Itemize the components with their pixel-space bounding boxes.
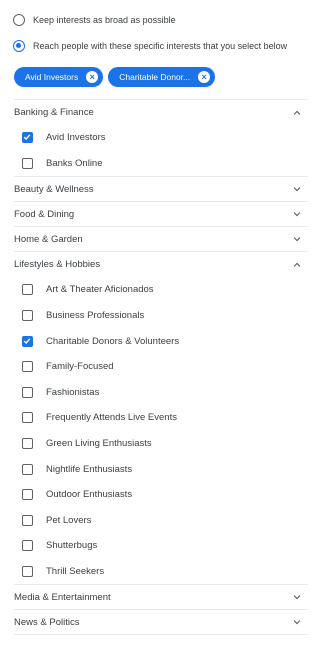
list-item[interactable]: Avid Investors xyxy=(14,125,308,151)
checkbox[interactable] xyxy=(22,361,33,373)
checkbox[interactable] xyxy=(22,310,33,322)
category-media-entertainment[interactable]: Media & Entertainment xyxy=(14,585,308,611)
item-label: Thrill Seekers xyxy=(46,566,105,578)
checkbox[interactable] xyxy=(22,438,33,450)
item-label: Shutterbugs xyxy=(46,540,98,552)
selected-interest-chips: Avid Investors × Charitable Donor... × xyxy=(14,67,216,87)
list-item[interactable]: Banks Online xyxy=(14,151,308,177)
category-food-dining[interactable]: Food & Dining xyxy=(14,202,308,228)
category-label: Food & Dining xyxy=(14,208,75,220)
checkbox[interactable] xyxy=(22,157,33,169)
checkbox[interactable] xyxy=(22,386,33,398)
category-label: Media & Entertainment xyxy=(14,591,111,603)
radio-specific[interactable]: Reach people with these specific interes… xyxy=(13,40,287,52)
radio-broad-label: Keep interests as broad as possible xyxy=(33,15,176,25)
radio-specific-circle[interactable] xyxy=(13,40,25,52)
category-lifestyles-hobbies[interactable]: Lifestyles & Hobbies xyxy=(14,252,308,277)
item-label: Business Professionals xyxy=(46,310,145,322)
radio-broad[interactable]: Keep interests as broad as possible xyxy=(13,14,176,26)
category-banking-finance[interactable]: Banking & Finance xyxy=(14,100,308,125)
checkbox[interactable] xyxy=(22,566,33,578)
list-item[interactable]: Shutterbugs xyxy=(14,533,308,559)
category-label: Banking & Finance xyxy=(14,107,94,118)
chip-label: Avid Investors xyxy=(25,72,79,82)
category-label: Beauty & Wellness xyxy=(14,183,94,195)
list-item[interactable]: Family-Focused xyxy=(14,354,308,380)
category-label: Home & Garden xyxy=(14,233,83,245)
item-label: Pet Lovers xyxy=(46,514,92,526)
list-item[interactable]: Thrill Seekers xyxy=(14,559,308,585)
checkbox-checked[interactable] xyxy=(22,335,33,347)
remove-chip-icon[interactable]: × xyxy=(86,71,99,83)
list-item[interactable]: Nightlife Enthusiasts xyxy=(14,456,308,482)
category-label: Lifestyles & Hobbies xyxy=(14,259,101,271)
checkbox-checked[interactable] xyxy=(22,132,33,144)
category-news-politics[interactable]: News & Politics xyxy=(14,610,308,636)
chip-avid-investors[interactable]: Avid Investors × xyxy=(14,67,104,87)
category-items-banking-finance: Avid Investors Banks Online xyxy=(14,125,308,178)
remove-chip-icon[interactable]: × xyxy=(198,71,211,83)
item-label: Charitable Donors & Volunteers xyxy=(46,335,180,347)
list-item[interactable]: Frequently Attends Live Events xyxy=(14,405,308,431)
checkbox[interactable] xyxy=(22,412,33,424)
chevron-down-icon[interactable] xyxy=(292,592,302,602)
list-item[interactable]: Business Professionals xyxy=(14,303,308,329)
interest-category-list: Banking & Finance Avid Investors Banks Onl… xyxy=(14,99,308,636)
list-item[interactable]: Fashionistas xyxy=(14,380,308,406)
item-label: Avid Investors xyxy=(46,132,106,144)
list-item[interactable]: Outdoor Enthusiasts xyxy=(14,482,308,508)
item-label: Frequently Attends Live Events xyxy=(46,412,177,424)
list-item[interactable]: Pet Lovers xyxy=(14,508,308,534)
chevron-down-icon[interactable] xyxy=(292,209,302,219)
category-beauty-wellness[interactable]: Beauty & Wellness xyxy=(14,177,308,203)
checkbox[interactable] xyxy=(22,284,33,296)
chevron-down-icon[interactable] xyxy=(292,234,302,244)
item-label: Art & Theater Aficionados xyxy=(46,284,154,296)
checkbox[interactable] xyxy=(22,463,33,475)
radio-specific-label: Reach people with these specific interes… xyxy=(33,41,288,51)
list-item[interactable]: Art & Theater Aficionados xyxy=(14,277,308,303)
chip-charitable-donors[interactable]: Charitable Donor... × xyxy=(108,67,216,87)
item-label: Banks Online xyxy=(46,157,103,169)
checkbox[interactable] xyxy=(22,489,33,501)
item-label: Outdoor Enthusiasts xyxy=(46,489,133,501)
checkbox[interactable] xyxy=(22,514,33,526)
category-label: News & Politics xyxy=(14,616,80,628)
chevron-up-icon[interactable] xyxy=(292,108,302,118)
item-label: Family-Focused xyxy=(46,361,114,373)
item-label: Green Living Enthusiasts xyxy=(46,438,152,450)
checkbox[interactable] xyxy=(22,540,33,552)
list-item[interactable]: Charitable Donors & Volunteers xyxy=(14,328,308,354)
list-item[interactable]: Green Living Enthusiasts xyxy=(14,431,308,457)
item-label: Fashionistas xyxy=(46,386,100,398)
radio-broad-circle[interactable] xyxy=(13,14,25,26)
category-items-lifestyles-hobbies: Art & Theater Aficionados Business Profes… xyxy=(14,277,308,586)
chevron-down-icon[interactable] xyxy=(292,617,302,627)
category-home-garden[interactable]: Home & Garden xyxy=(14,227,308,253)
chevron-up-icon[interactable] xyxy=(292,260,302,270)
chip-label: Charitable Donor... xyxy=(119,72,191,82)
chevron-down-icon[interactable] xyxy=(292,184,302,194)
item-label: Nightlife Enthusiasts xyxy=(46,463,133,475)
